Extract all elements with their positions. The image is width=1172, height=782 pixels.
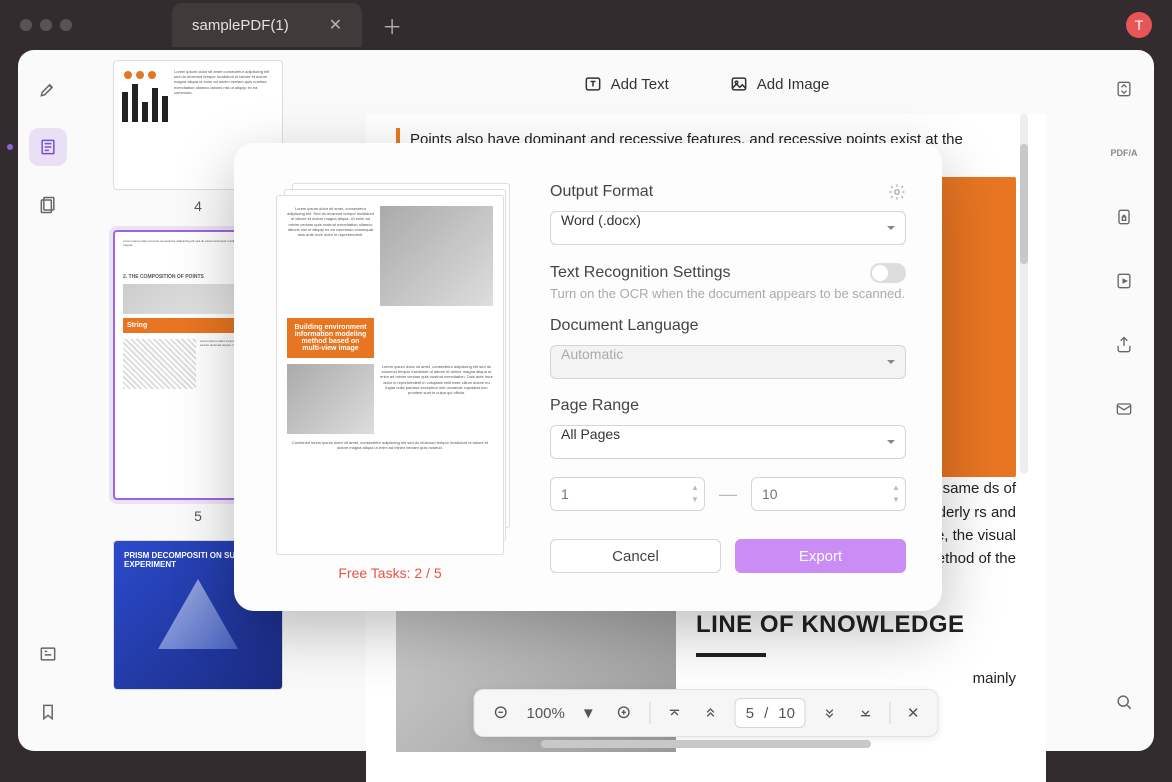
page-range-label: Page Range xyxy=(550,397,639,415)
text-recognition-hint: Turn on the OCR when the document appear… xyxy=(550,285,906,303)
highlighter-tool[interactable] xyxy=(29,70,67,108)
last-page-button[interactable] xyxy=(854,701,878,725)
slideshow-button[interactable] xyxy=(1105,262,1143,300)
zoom-in-button[interactable] xyxy=(612,700,638,726)
text-icon xyxy=(583,74,603,94)
tabs: samplePDF(1) ✕ ＋ xyxy=(172,0,1126,50)
export-button[interactable]: Export xyxy=(735,539,906,573)
zoom-dropdown[interactable]: ▼ xyxy=(577,701,600,726)
range-dash: — xyxy=(719,484,737,505)
horizontal-scrollbar[interactable] xyxy=(541,740,871,748)
doc-heading: LINE OF KNOWLEDGE xyxy=(696,606,1016,643)
title-bar: samplePDF(1) ✕ ＋ T xyxy=(0,0,1172,50)
output-format-select[interactable]: Word (.docx) xyxy=(550,211,906,245)
close-window[interactable] xyxy=(20,19,32,31)
ocr-toggle[interactable] xyxy=(870,263,906,283)
convert-button[interactable] xyxy=(1105,70,1143,108)
range-from-input[interactable]: ▲▼ xyxy=(550,477,705,511)
export-form: Output Format Word (.docx) Text Recognit… xyxy=(550,183,906,581)
export-modal: Lorem ipsum dolor sit amet, consectetur … xyxy=(234,143,942,611)
text-recognition-label: Text Recognition Settings xyxy=(550,264,731,282)
free-tasks-label: Free Tasks: 2 / 5 xyxy=(270,565,510,581)
maximize-window[interactable] xyxy=(60,19,72,31)
page-number-display[interactable]: 5 / 10 xyxy=(735,698,806,728)
preview-caption: Building environment information modelin… xyxy=(287,318,374,358)
doc-language-label: Document Language xyxy=(550,317,699,335)
edit-toolbar: Add Text Add Image xyxy=(318,64,1094,114)
pages-tool[interactable] xyxy=(29,186,67,224)
prev-page-button[interactable] xyxy=(699,701,723,725)
image-icon xyxy=(729,74,749,94)
thumbnails-panel-toggle[interactable] xyxy=(29,128,67,166)
output-format-value: Word (.docx) xyxy=(561,212,641,228)
doc-paragraph-3: mainly xyxy=(696,667,1016,690)
add-text-label: Add Text xyxy=(611,76,669,93)
minimize-window[interactable] xyxy=(40,19,52,31)
left-rail xyxy=(18,50,78,751)
output-format-label: Output Format xyxy=(550,183,653,201)
zoom-out-button[interactable] xyxy=(488,700,514,726)
close-toolbar-button[interactable]: ✕ xyxy=(903,700,924,726)
share-button[interactable] xyxy=(1105,326,1143,364)
new-tab-button[interactable]: ＋ xyxy=(382,11,402,40)
add-text-button[interactable]: Add Text xyxy=(583,74,669,94)
range-from-field[interactable] xyxy=(561,478,694,510)
output-settings-icon[interactable] xyxy=(888,183,906,201)
pdfa-button[interactable]: PDF/A xyxy=(1105,134,1143,172)
close-tab-icon[interactable]: ✕ xyxy=(329,15,342,35)
next-page-button[interactable] xyxy=(818,701,842,725)
zoom-level: 100% xyxy=(526,705,564,722)
range-from-stepper[interactable]: ▲▼ xyxy=(690,481,700,505)
form-tool[interactable] xyxy=(29,635,67,673)
tab-samplepdf[interactable]: samplePDF(1) ✕ xyxy=(172,3,362,47)
avatar[interactable]: T xyxy=(1126,12,1152,38)
avatar-letter: T xyxy=(1135,17,1144,33)
range-to-input[interactable]: ▲▼ xyxy=(751,477,906,511)
export-preview: Lorem ipsum dolor sit amet, consectetur … xyxy=(270,183,510,581)
tab-title: samplePDF(1) xyxy=(192,17,289,34)
doc-language-select: Automatic xyxy=(550,345,906,379)
page-range-select[interactable]: All Pages xyxy=(550,425,906,459)
search-button[interactable] xyxy=(1105,683,1143,721)
cancel-button[interactable]: Cancel xyxy=(550,539,721,573)
doc-language-value: Automatic xyxy=(561,346,623,362)
first-page-button[interactable] xyxy=(663,701,687,725)
range-to-field[interactable] xyxy=(762,478,895,510)
total-pages: 10 xyxy=(778,705,795,722)
mail-button[interactable] xyxy=(1105,390,1143,428)
bookmark-tool[interactable] xyxy=(29,693,67,731)
right-rail: PDF/A xyxy=(1094,50,1154,751)
range-to-stepper[interactable]: ▲▼ xyxy=(891,481,901,505)
window-controls xyxy=(20,19,72,31)
page-range-value: All Pages xyxy=(561,426,620,442)
vertical-scrollbar[interactable] xyxy=(1020,114,1028,474)
add-image-button[interactable]: Add Image xyxy=(729,74,830,94)
page-sep: / xyxy=(764,705,768,722)
preview-page-stack: Lorem ipsum dolor sit amet, consectetur … xyxy=(276,183,504,545)
current-page: 5 xyxy=(746,705,754,722)
protect-button[interactable] xyxy=(1105,198,1143,236)
page-toolbar: 100% ▼ 5 / 10 ✕ xyxy=(473,689,938,737)
add-image-label: Add Image xyxy=(757,76,830,93)
